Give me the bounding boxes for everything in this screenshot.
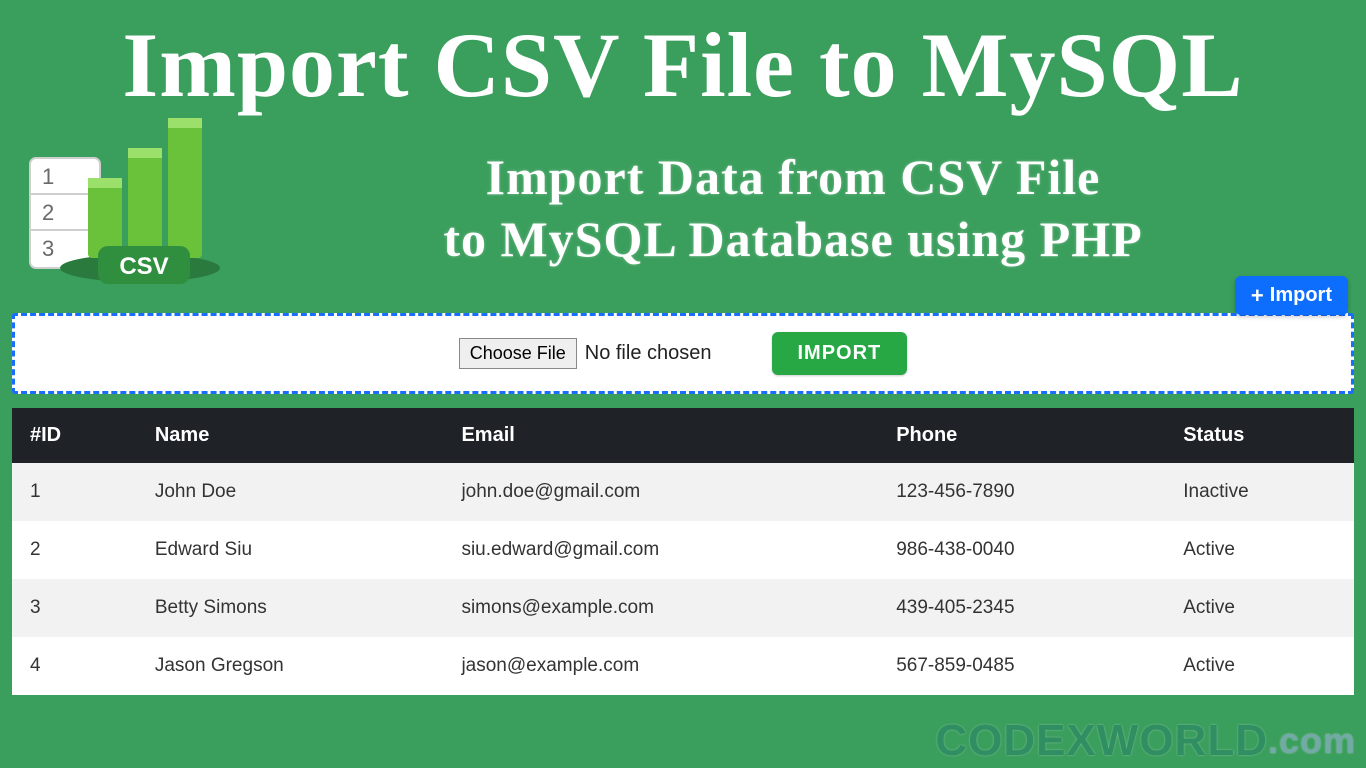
- col-status: Status: [1165, 408, 1354, 463]
- import-toggle-button[interactable]: + Import: [1235, 276, 1348, 315]
- subtitle-line-1: Import Data from CSV File: [486, 149, 1101, 205]
- choose-file-button[interactable]: Choose File: [459, 338, 577, 369]
- watermark: CODEXWORLD.com: [935, 716, 1356, 766]
- cell-id: 4: [12, 637, 137, 695]
- page-title: Import CSV File to MySQL: [0, 0, 1366, 118]
- cell-name: Jason Gregson: [137, 637, 444, 695]
- cell-phone: 439-405-2345: [878, 579, 1165, 637]
- svg-text:3: 3: [42, 236, 54, 261]
- svg-text:1: 1: [42, 164, 54, 189]
- col-id: #ID: [12, 408, 137, 463]
- file-status-text: No file chosen: [585, 342, 712, 365]
- col-email: Email: [443, 408, 878, 463]
- cell-phone: 567-859-0485: [878, 637, 1165, 695]
- table-row: 1 John Doe john.doe@gmail.com 123-456-78…: [12, 463, 1354, 521]
- data-table: #ID Name Email Phone Status 1 John Doe j…: [12, 408, 1354, 695]
- plus-icon: +: [1251, 285, 1264, 307]
- cell-email: siu.edward@gmail.com: [443, 521, 878, 579]
- cell-email: jason@example.com: [443, 637, 878, 695]
- svg-text:CSV: CSV: [119, 253, 168, 280]
- svg-text:2: 2: [42, 200, 54, 225]
- table-row: 3 Betty Simons simons@example.com 439-40…: [12, 579, 1354, 637]
- hero-subtitle-row: 1 2 3 CSV Import Data from CSV File to M…: [0, 118, 1366, 313]
- file-input-row: Choose File No file chosen: [459, 338, 712, 369]
- table-row: 4 Jason Gregson jason@example.com 567-85…: [12, 637, 1354, 695]
- cell-name: Betty Simons: [137, 579, 444, 637]
- table-row: 2 Edward Siu siu.edward@gmail.com 986-43…: [12, 521, 1354, 579]
- cell-phone: 123-456-7890: [878, 463, 1165, 521]
- cell-status: Active: [1165, 579, 1354, 637]
- cell-id: 2: [12, 521, 137, 579]
- cell-status: Inactive: [1165, 463, 1354, 521]
- table-header-row: #ID Name Email Phone Status: [12, 408, 1354, 463]
- subtitle-line-2: to MySQL Database using PHP: [443, 211, 1142, 267]
- col-phone: Phone: [878, 408, 1165, 463]
- cell-phone: 986-438-0040: [878, 521, 1165, 579]
- watermark-suffix: .com: [1268, 720, 1356, 761]
- cell-name: John Doe: [137, 463, 444, 521]
- import-submit-button[interactable]: IMPORT: [772, 332, 908, 375]
- csv-chart-icon: 1 2 3 CSV: [20, 118, 230, 298]
- cell-id: 1: [12, 463, 137, 521]
- page-subtitle: Import Data from CSV File to MySQL Datab…: [230, 146, 1346, 271]
- cell-status: Active: [1165, 637, 1354, 695]
- data-table-wrap: #ID Name Email Phone Status 1 John Doe j…: [12, 408, 1354, 695]
- cell-email: john.doe@gmail.com: [443, 463, 878, 521]
- watermark-text: CODEXWORLD: [935, 716, 1268, 765]
- cell-email: simons@example.com: [443, 579, 878, 637]
- cell-status: Active: [1165, 521, 1354, 579]
- cell-name: Edward Siu: [137, 521, 444, 579]
- cell-id: 3: [12, 579, 137, 637]
- import-toggle-label: Import: [1270, 284, 1332, 307]
- upload-panel: Choose File No file chosen IMPORT: [12, 313, 1354, 394]
- col-name: Name: [137, 408, 444, 463]
